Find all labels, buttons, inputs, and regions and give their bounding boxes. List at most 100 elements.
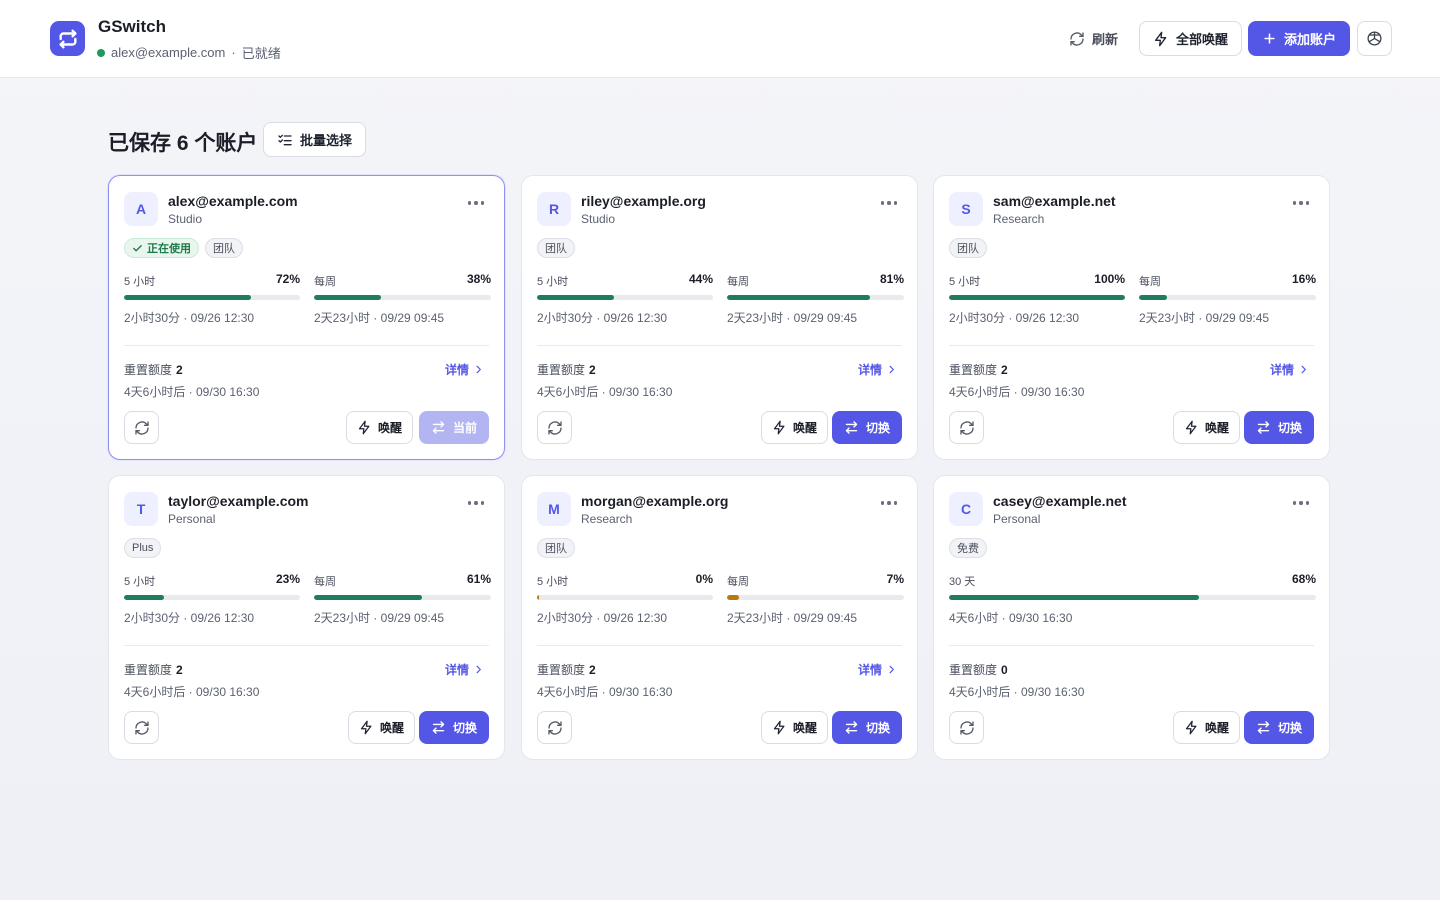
switch-button[interactable]: 切换	[418, 711, 489, 744]
wake-button[interactable]: 唤醒	[1172, 411, 1240, 444]
details-link[interactable]: 详情	[1270, 361, 1309, 378]
wake-button[interactable]: 唤醒	[760, 711, 828, 744]
status-separator: ·	[231, 45, 236, 60]
account-card[interactable]: Ttaylor@example.com Personal Plus 5 小时 23%…	[108, 475, 505, 760]
switch-label: 切换	[1277, 721, 1302, 735]
meter-label: 每周	[314, 576, 336, 588]
switch-button[interactable]: 切换	[1243, 711, 1314, 744]
chevron-right-icon	[1298, 364, 1309, 375]
reset-quota: 重置额度 0	[949, 661, 1008, 678]
add-account-label: 添加账户	[1284, 32, 1337, 47]
reset-quota: 重置额度 2	[124, 661, 183, 678]
details-link[interactable]: 详情	[858, 661, 897, 678]
details-link[interactable]: 详情	[445, 361, 484, 378]
batch-select-button[interactable]: 批量选择	[263, 122, 367, 157]
reset-quota-time: 4天6小时后 · 09/30 16:30	[949, 385, 1085, 399]
switch-button[interactable]: 切换	[1243, 411, 1314, 444]
status-dot-icon	[97, 48, 105, 57]
reset-quota-count: 2	[589, 363, 596, 377]
more-menu-icon[interactable]	[880, 201, 897, 205]
current-account-status: alex@example.com · 已就绪	[97, 43, 281, 62]
refresh-icon	[134, 420, 150, 436]
theme-toggle-button[interactable]	[1357, 21, 1392, 56]
current-button[interactable]: 当前	[418, 411, 489, 444]
divider	[537, 345, 902, 346]
avatar: M	[537, 492, 571, 526]
wake-button[interactable]: 唤醒	[345, 411, 413, 444]
refresh-account-button[interactable]	[537, 711, 572, 744]
account-card[interactable]: Ccasey@example.net Personal 免费 30 天 68% 4天…	[933, 475, 1330, 760]
account-org: Research	[581, 512, 633, 526]
more-menu-icon[interactable]	[1292, 201, 1309, 205]
plan-badge: 团队	[205, 238, 243, 258]
badge-row: 免费	[949, 538, 987, 558]
refresh-account-button[interactable]	[537, 411, 572, 444]
progress-track	[949, 595, 1316, 600]
meter-percent: 61%	[466, 572, 491, 586]
meter-label: 每周	[727, 576, 749, 588]
usage-meter: 5 小时 100% 2小时30分 · 09/26 12:30	[949, 272, 1125, 325]
refresh-account-button[interactable]	[949, 711, 984, 744]
account-email: morgan@example.org	[581, 493, 729, 509]
reset-quota-label: 重置额度	[537, 663, 586, 677]
plan-badge: 团队	[949, 238, 987, 258]
more-menu-icon[interactable]	[1292, 501, 1309, 505]
progress-fill	[1139, 295, 1168, 300]
swap-icon	[1256, 420, 1271, 435]
wake-all-button[interactable]: 全部唤醒	[1139, 21, 1243, 56]
add-account-button[interactable]: 添加账户	[1248, 21, 1351, 56]
account-card[interactable]: Rriley@example.org Studio 团队 5 小时 44% 2小时3…	[521, 175, 918, 460]
details-link[interactable]: 详情	[858, 361, 897, 378]
badge-row: 正在使用 团队	[124, 238, 243, 258]
meter-label: 5 小时	[949, 276, 981, 288]
refresh-account-button[interactable]	[949, 411, 984, 444]
switch-button[interactable]: 切换	[831, 711, 902, 744]
wake-label: 唤醒	[1204, 721, 1229, 735]
usage-meter: 5 小时 23% 2小时30分 · 09/26 12:30	[124, 572, 300, 625]
account-card[interactable]: Ssam@example.net Research 团队 5 小时 100% 2小时…	[933, 175, 1330, 460]
meter-percent: 16%	[1291, 272, 1316, 286]
app-logo-icon	[50, 21, 85, 56]
account-card[interactable]: Mmorgan@example.org Research 团队 5 小时 0% 2小…	[521, 475, 918, 760]
more-menu-icon[interactable]	[880, 501, 897, 505]
switch-button[interactable]: 切换	[831, 411, 902, 444]
batch-select-label: 批量选择	[300, 133, 353, 148]
swap-icon	[1256, 720, 1271, 735]
progress-fill	[537, 295, 615, 300]
reset-quota-time: 4天6小时后 · 09/30 16:30	[124, 385, 260, 399]
refresh-label: 刷新	[1092, 32, 1119, 47]
app-title: GSwitch	[98, 17, 167, 36]
refresh-button[interactable]: 刷新	[1056, 21, 1131, 56]
usage-meter: 5 小时 44% 2小时30分 · 09/26 12:30	[537, 272, 713, 325]
divider	[949, 645, 1314, 646]
account-email: riley@example.org	[581, 193, 706, 209]
more-menu-icon[interactable]	[467, 501, 484, 505]
meter-reset-time: 2天23小时 · 09/29 09:45	[314, 311, 445, 325]
reset-quota-label: 重置额度	[124, 363, 173, 377]
chevron-right-icon	[473, 364, 484, 375]
meter-percent: 44%	[688, 272, 713, 286]
refresh-icon	[547, 420, 563, 436]
refresh-account-button[interactable]	[124, 411, 159, 444]
wake-button[interactable]: 唤醒	[347, 711, 415, 744]
more-menu-icon[interactable]	[467, 201, 484, 205]
reset-quota-count: 2	[1001, 363, 1008, 377]
progress-track	[314, 595, 491, 600]
palette-icon	[1367, 31, 1382, 46]
wake-button[interactable]: 唤醒	[760, 411, 828, 444]
status-text: 已就绪	[241, 46, 281, 61]
account-card[interactable]: Aalex@example.com Studio 正在使用 团队 5 小时 72% 2…	[108, 175, 505, 460]
divider	[537, 645, 902, 646]
wake-button[interactable]: 唤醒	[1172, 711, 1240, 744]
current-label: 当前	[452, 421, 477, 435]
lightning-icon	[772, 720, 787, 735]
wake-all-label: 全部唤醒	[1176, 32, 1229, 47]
progress-track	[314, 295, 491, 300]
refresh-account-button[interactable]	[124, 711, 159, 744]
progress-track	[949, 295, 1125, 300]
app-header: GSwitch alex@example.com · 已就绪 刷新 全部唤醒 添…	[0, 0, 1440, 78]
reset-quota-label: 重置额度	[949, 663, 998, 677]
page-title: 已保存 6 个账户	[108, 132, 258, 155]
details-link[interactable]: 详情	[445, 661, 484, 678]
active-badge: 正在使用	[124, 238, 199, 258]
